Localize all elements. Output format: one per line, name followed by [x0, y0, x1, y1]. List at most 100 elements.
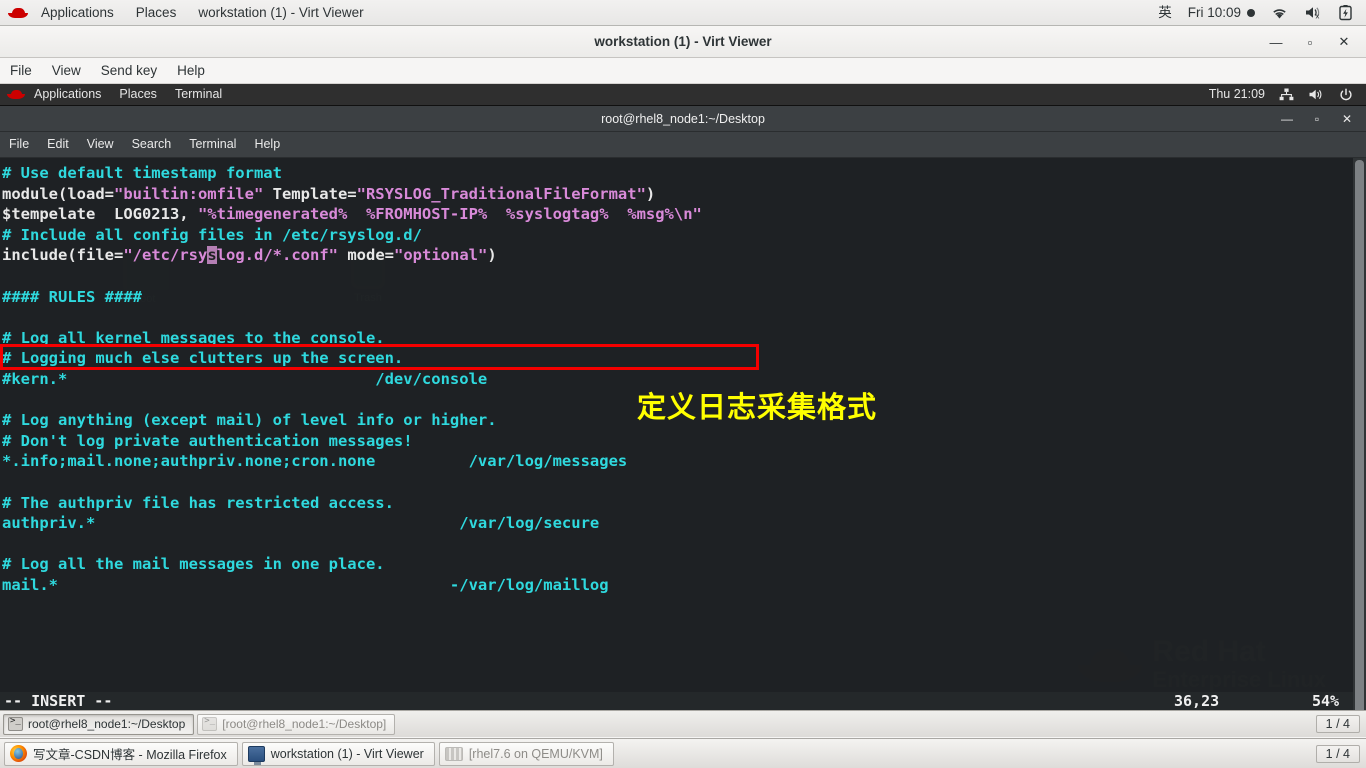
host-system-tray: 英 Fri 10:09 x	[1150, 0, 1366, 25]
vim-cursor-position: 36,23	[1174, 692, 1219, 710]
terminal-maximize-button[interactable]: ▫	[1302, 107, 1332, 131]
terminal-text: module(load=	[2, 185, 114, 203]
guest-redhat-logo-icon[interactable]	[7, 88, 25, 101]
terminal-minimize-button[interactable]: —	[1272, 107, 1302, 131]
terminal-menu-view[interactable]: View	[78, 132, 123, 157]
terminal-menu-file[interactable]: File	[0, 132, 38, 157]
svg-text:x: x	[1315, 13, 1319, 20]
battery-charging-icon[interactable]	[1331, 5, 1360, 21]
guest-desktop: Applications Places Terminal Thu 21:09	[0, 84, 1366, 737]
host-clock[interactable]: Fri 10:09	[1180, 0, 1263, 25]
terminal-icon	[202, 717, 217, 731]
host-top-panel: Applications Places workstation (1) - Vi…	[0, 0, 1366, 26]
host-task-item-virt-viewer[interactable]: workstation (1) - Virt Viewer	[242, 742, 435, 766]
terminal-text: authpriv.* /var/log/secure	[2, 514, 599, 532]
guest-task-item-terminal-2[interactable]: [root@rhel8_node1:~/Desktop]	[197, 714, 395, 735]
terminal-titlebar[interactable]: root@rhel8_node1:~/Desktop — ▫ ✕	[0, 106, 1366, 132]
terminal-close-button[interactable]: ✕	[1332, 107, 1362, 131]
virt-viewer-window-controls: — ▫ ✕	[1260, 26, 1360, 58]
terminal-text: )	[487, 246, 496, 264]
terminal-scrollbar[interactable]	[1353, 158, 1366, 716]
terminal-line: # Include all config files in /etc/rsysl…	[2, 225, 1366, 246]
guest-menu-applications[interactable]: Applications	[25, 84, 110, 105]
terminal-line	[2, 534, 1366, 555]
close-button[interactable]: ✕	[1328, 29, 1360, 55]
host-clock-text: Fri 10:09	[1188, 0, 1241, 25]
host-active-window-label[interactable]: workstation (1) - Virt Viewer	[187, 0, 374, 25]
speaker-icon[interactable]	[1301, 88, 1332, 101]
virt-viewer-title: workstation (1) - Virt Viewer	[594, 34, 771, 49]
virt-viewer-titlebar[interactable]: workstation (1) - Virt Viewer — ▫ ✕	[0, 26, 1366, 58]
vv-menu-view[interactable]: View	[42, 58, 91, 83]
virt-viewer-window: workstation (1) - Virt Viewer — ▫ ✕ File…	[0, 26, 1366, 738]
vim-scroll-percent: 54%	[1312, 692, 1339, 710]
terminal-scrollbar-thumb[interactable]	[1355, 160, 1364, 720]
terminal-text: # Log anything (except mail) of level in…	[2, 411, 497, 429]
speaker-muted-icon[interactable]: x	[1296, 5, 1331, 20]
vv-menu-help[interactable]: Help	[167, 58, 215, 83]
wifi-icon[interactable]	[1263, 6, 1296, 20]
host-task-item-firefox[interactable]: 写文章-CSDN博客 - Mozilla Firefox	[4, 742, 238, 766]
terminal-window-controls: — ▫ ✕	[1272, 106, 1362, 132]
guest-menu-places[interactable]: Places	[110, 84, 166, 105]
guest-task-item-terminal-1[interactable]: root@rhel8_node1:~/Desktop	[3, 714, 194, 735]
terminal-text: )	[646, 185, 655, 203]
guest-workspace-switcher[interactable]: 1 / 4	[1316, 715, 1360, 733]
terminal-line: mail.* -/var/log/maillog	[2, 575, 1366, 596]
guest-taskbar: root@rhel8_node1:~/Desktop [root@rhel8_n…	[0, 710, 1366, 737]
host-task-label: 写文章-CSDN博客 - Mozilla Firefox	[33, 744, 227, 763]
terminal-text: # Log all the mail messages in one place…	[2, 555, 385, 573]
vv-menu-send-key[interactable]: Send key	[91, 58, 167, 83]
terminal-cursor: s	[207, 246, 216, 264]
host-task-item-qemu[interactable]: [rhel7.6 on QEMU/KVM]	[439, 742, 614, 766]
terminal-line: authpriv.* /var/log/secure	[2, 513, 1366, 534]
terminal-text: "%timegenerated% %FROMHOST-IP% %syslogta…	[198, 205, 702, 223]
terminal-text: Template=	[263, 185, 356, 203]
terminal-menu-help[interactable]: Help	[245, 132, 289, 157]
terminal-text: "builtin:omfile"	[114, 185, 263, 203]
terminal-menu-terminal[interactable]: Terminal	[180, 132, 245, 157]
annotation-text: 定义日志采集格式	[637, 384, 877, 426]
terminal-line: # Use default timestamp format	[2, 163, 1366, 184]
terminal-text: #### RULES ####	[2, 288, 142, 306]
terminal-text: # Include all config files in /etc/rsysl…	[2, 226, 422, 244]
redhat-logo-icon[interactable]	[8, 6, 28, 20]
terminal-text: $tempelate LOG0213,	[2, 205, 198, 223]
terminal-text: "RSYSLOG_TraditionalFileFormat"	[357, 185, 646, 203]
vv-menu-file[interactable]: File	[0, 58, 42, 83]
ime-indicator[interactable]: 英	[1150, 0, 1180, 25]
virt-viewer-icon	[248, 746, 265, 762]
terminal-line: # Log all kernel messages to the console…	[2, 328, 1366, 349]
terminal-line: *.info;mail.none;authpriv.none;cron.none…	[2, 451, 1366, 472]
terminal-line: module(load="builtin:omfile" Template="R…	[2, 184, 1366, 205]
terminal-text: # Use default timestamp format	[2, 164, 282, 182]
virt-viewer-menubar: File View Send key Help	[0, 58, 1366, 84]
terminal-line: #### RULES ####	[2, 287, 1366, 308]
terminal-menu-search[interactable]: Search	[123, 132, 181, 157]
terminal-text: # Don't log private authentication messa…	[2, 432, 413, 450]
maximize-button[interactable]: ▫	[1294, 29, 1326, 55]
power-icon[interactable]	[1332, 88, 1360, 102]
terminal-text: log.d/*.conf"	[217, 246, 338, 264]
terminal-menu-edit[interactable]: Edit	[38, 132, 78, 157]
qemu-icon	[445, 747, 463, 761]
host-menu-places[interactable]: Places	[125, 0, 188, 25]
network-icon[interactable]	[1272, 88, 1301, 101]
minimize-button[interactable]: —	[1260, 29, 1292, 55]
terminal-text: # Log all kernel messages to the console…	[2, 329, 385, 347]
terminal-text: "/etc/rsy	[123, 246, 207, 264]
guest-task-label: [root@rhel8_node1:~/Desktop]	[222, 717, 386, 731]
host-task-label: workstation (1) - Virt Viewer	[271, 747, 424, 761]
terminal-line: include(file="/etc/rsyslog.d/*.conf" mod…	[2, 245, 1366, 266]
terminal-line: $tempelate LOG0213, "%timegenerated% %FR…	[2, 204, 1366, 225]
host-workspace-switcher[interactable]: 1 / 4	[1316, 745, 1360, 763]
terminal-text: *.info;mail.none;authpriv.none;cron.none…	[2, 452, 627, 470]
guest-clock[interactable]: Thu 21:09	[1202, 84, 1272, 105]
terminal-line: # Logging much else clutters up the scre…	[2, 348, 1366, 369]
record-dot-icon	[1247, 9, 1255, 17]
host-taskbar: 写文章-CSDN博客 - Mozilla Firefox workstation…	[0, 738, 1366, 768]
terminal-icon	[8, 717, 23, 731]
guest-system-tray: Thu 21:09	[1202, 84, 1366, 105]
host-menu-applications[interactable]: Applications	[30, 0, 125, 25]
guest-menu-terminal[interactable]: Terminal	[166, 84, 231, 105]
